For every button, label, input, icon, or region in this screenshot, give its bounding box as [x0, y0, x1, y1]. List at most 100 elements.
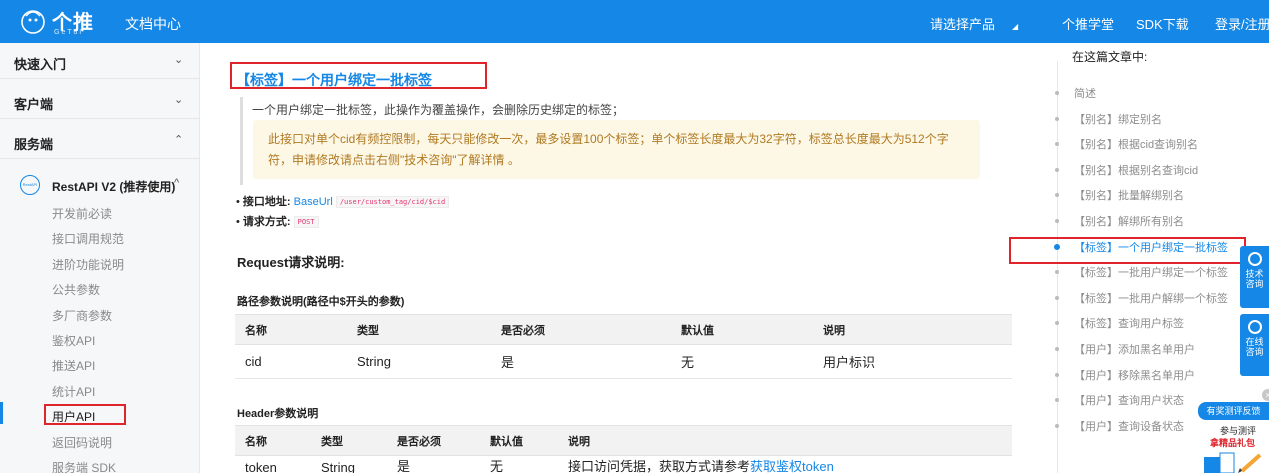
toc-item[interactable]: 【标签】查询用户标签	[1074, 315, 1184, 331]
endpoint-line: • 接口地址: BaseUrl /user/custom_tag/cid/$ci…	[236, 193, 450, 209]
academy-link[interactable]: 个推学堂	[1062, 14, 1114, 33]
sidebar-section-label: 客户端	[14, 97, 54, 112]
toc-item[interactable]: 【别名】批量解绑别名	[1074, 187, 1184, 203]
toc-item[interactable]: 【标签】一批用户绑定一个标签	[1074, 264, 1228, 280]
toc-item[interactable]: 【用户】添加黑名单用户	[1074, 341, 1195, 357]
sidebar-item-call-spec[interactable]: 接口调用规范	[52, 230, 124, 247]
endpoint-path: /user/custom_tag/cid/$cid	[335, 196, 450, 209]
highlight-box	[44, 404, 126, 425]
page-title: 【标签】一个用户绑定一批标签	[236, 72, 432, 88]
toc-item[interactable]: 【别名】绑定别名	[1074, 111, 1162, 127]
sdk-download-link[interactable]: SDK下载	[1136, 14, 1189, 33]
float-label: 咨询	[1245, 347, 1264, 357]
highlight-box	[1009, 237, 1246, 264]
close-icon[interactable]: ×	[1262, 389, 1269, 401]
restapi-badge: RestAPI	[20, 175, 50, 195]
toc-item[interactable]: 【别名】根据cid查询别名	[1074, 136, 1198, 152]
auth-token-link[interactable]: 获取鉴权token	[750, 459, 834, 473]
sidebar-section-label: 服务端	[14, 137, 54, 152]
toc-bullet	[1055, 321, 1059, 326]
toc-item[interactable]: 【用户】查询用户状态	[1074, 392, 1184, 408]
getui-logo-icon[interactable]	[18, 6, 48, 36]
promo-banner: 有奖测评反馈	[1198, 402, 1269, 420]
product-select[interactable]: 请选择产品	[930, 14, 995, 33]
toc-bullet	[1055, 398, 1059, 403]
column-header: 名称	[235, 314, 347, 345]
float-label: 咨询	[1245, 279, 1264, 289]
login-register-link[interactable]: 登录/注册	[1215, 14, 1269, 33]
toc-item[interactable]: 【标签】一批用户解绑一个标签	[1074, 290, 1228, 306]
doc-center-link[interactable]: 文档中心	[125, 14, 181, 34]
toc-heading: 在这篇文章中:	[1072, 50, 1148, 64]
sidebar-section-quickstart[interactable]: 快速入门 ⌄	[0, 43, 200, 79]
baseurl-link[interactable]: BaseUrl	[294, 196, 333, 208]
toc-item[interactable]: 【用户】移除黑名单用户	[1074, 367, 1195, 383]
float-label: 在线	[1245, 337, 1264, 347]
column-header: 说明	[558, 425, 1012, 456]
sidebar: 快速入门 ⌄ 客户端 ⌄ 服务端 ⌃ RestAPI RestAPI V2 (推…	[0, 43, 200, 473]
sidebar-item-stats-api[interactable]: 统计API	[52, 383, 95, 400]
column-header: 默认值	[480, 425, 558, 456]
intro-text: 一个用户绑定一批标签，此操作为覆盖操作，会删除历史绑定的标签；	[252, 103, 625, 117]
method-value: POST	[293, 216, 319, 229]
table-row: token String 是 无 接口访问凭据，获取方式请参考获取鉴权token	[235, 455, 1012, 473]
method-line: • 请求方式: POST	[236, 213, 319, 229]
toc-bullet	[1055, 219, 1059, 223]
sidebar-section-label: 快速入门	[14, 57, 67, 72]
toc-rail	[1057, 61, 1058, 473]
online-consult-button[interactable]: 在线 咨询	[1240, 314, 1269, 376]
toc-bullet	[1055, 142, 1059, 147]
table-row: cid String 是 无 用户标识	[235, 344, 1012, 379]
endpoint-label: 接口地址:	[242, 196, 291, 208]
feedback-promo[interactable]: 有奖测评反馈 参与测评 拿精品礼包	[1198, 402, 1269, 473]
sidebar-item-advanced[interactable]: 进阶功能说明	[52, 256, 124, 273]
active-indicator	[0, 402, 3, 424]
sidebar-item-common-params[interactable]: 公共参数	[52, 281, 100, 298]
path-params-table: 名称 类型 是否必须 默认值 说明 cid String 是 无 用户标识	[235, 314, 1012, 379]
request-heading: Request请求说明:	[237, 255, 345, 270]
toc-bullet	[1055, 116, 1059, 121]
restapi-icon: RestAPI	[20, 175, 40, 195]
path-params-heading: 路径参数说明(路径中$开头的参数)	[237, 296, 405, 308]
table-cell: 无	[671, 344, 813, 379]
gift-pencil-icon	[1204, 452, 1262, 473]
table-header-row: 名称 类型 是否必须 默认值 说明	[235, 314, 1012, 345]
main-content: 【标签】一个用户绑定一批标签 一个用户绑定一批标签，此操作为覆盖操作，会删除历史…	[218, 43, 1018, 473]
toc-bullet	[1055, 193, 1059, 198]
table-cell: 用户标识	[813, 344, 1012, 379]
sidebar-item-dev-notes[interactable]: 开发前必读	[52, 205, 112, 222]
column-header: 名称	[235, 425, 311, 456]
table-cell: String	[311, 455, 387, 473]
toc-item[interactable]: 【别名】根据别名查询cid	[1074, 162, 1198, 178]
header-params-heading: Header参数说明	[237, 408, 319, 420]
chevron-down-icon[interactable]: ◢	[1012, 22, 1018, 31]
method-label: 请求方式:	[242, 216, 291, 228]
tech-consult-button[interactable]: 技术 咨询	[1240, 246, 1269, 308]
blockquote-bar	[240, 97, 243, 185]
sidebar-item-server-sdk[interactable]: 服务端 SDK	[52, 459, 116, 473]
table-cell: 接口访问凭据，获取方式请参考获取鉴权token	[558, 455, 1012, 473]
sidebar-section-client[interactable]: 客户端 ⌄	[0, 83, 200, 119]
cell-text: 接口访问凭据，获取方式请参考	[568, 459, 751, 473]
toc-bullet	[1055, 347, 1059, 351]
sidebar-item-auth-api[interactable]: 鉴权API	[52, 332, 95, 349]
sidebar-item-push-api[interactable]: 推送API	[52, 357, 95, 374]
column-header: 类型	[311, 425, 387, 456]
toc-bullet	[1055, 372, 1059, 377]
column-header: 说明	[813, 314, 1012, 345]
chevron-up-icon[interactable]: ^	[174, 177, 179, 189]
toc-item[interactable]: 【用户】查询设备状态	[1074, 418, 1184, 434]
chat-icon	[1247, 252, 1262, 266]
sidebar-section-server[interactable]: 服务端 ⌃	[0, 123, 200, 159]
table-cell: 是	[387, 455, 480, 473]
table-cell: 是	[491, 344, 671, 379]
top-navbar: 个推 GeTuI 文档中心 请选择产品 ◢ 个推学堂 SDK下载 登录/注册	[0, 0, 1269, 43]
logo-subtext: GeTuI	[54, 29, 84, 36]
toc-item[interactable]: 简述	[1074, 85, 1096, 101]
sidebar-item-vendor-params[interactable]: 多厂商参数	[52, 307, 112, 324]
sidebar-item-return-codes[interactable]: 返回码说明	[52, 434, 112, 451]
table-cell: token	[235, 455, 311, 473]
chevron-up-icon: ⌃	[174, 134, 184, 146]
sidebar-group-restapi-v2[interactable]: RestAPI V2 (推荐使用)	[52, 178, 175, 195]
toc-item[interactable]: 【别名】解绑所有别名	[1074, 213, 1184, 229]
